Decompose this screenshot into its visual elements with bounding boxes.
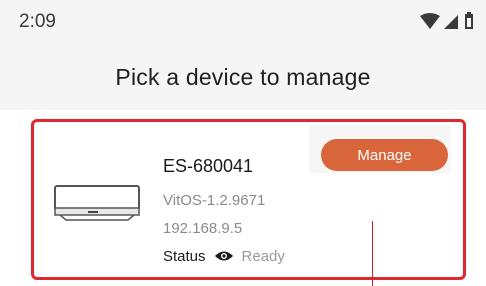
device-ip-address: 192.168.9.5 — [163, 220, 243, 237]
device-name: ES-680041 — [163, 156, 254, 176]
page-title: Pick a device to manage — [115, 64, 371, 90]
device-status: Status Ready — [163, 246, 285, 266]
battery-icon — [465, 12, 473, 29]
status-label: Status — [163, 247, 206, 265]
status-value: Ready — [241, 247, 285, 265]
device-router-icon — [54, 185, 140, 221]
device-firmware-version: VitOS-1.2.9671 — [163, 192, 266, 209]
system-icons — [418, 12, 478, 32]
device-card[interactable]: ES-680041 VitOS-1.2.9671 192.168.9.5 Sta… — [31, 119, 466, 280]
page-header: Pick a device to manage — [0, 48, 486, 110]
manage-button-area: Manage — [309, 125, 451, 173]
status-bar: 2:09 — [0, 0, 486, 48]
wifi-icon — [420, 13, 440, 29]
cellular-signal-icon — [444, 15, 458, 29]
eye-icon — [214, 251, 233, 261]
annotation-pointer-line — [372, 221, 373, 286]
status-time: 2:09 — [19, 11, 56, 32]
manage-button[interactable]: Manage — [321, 139, 448, 171]
